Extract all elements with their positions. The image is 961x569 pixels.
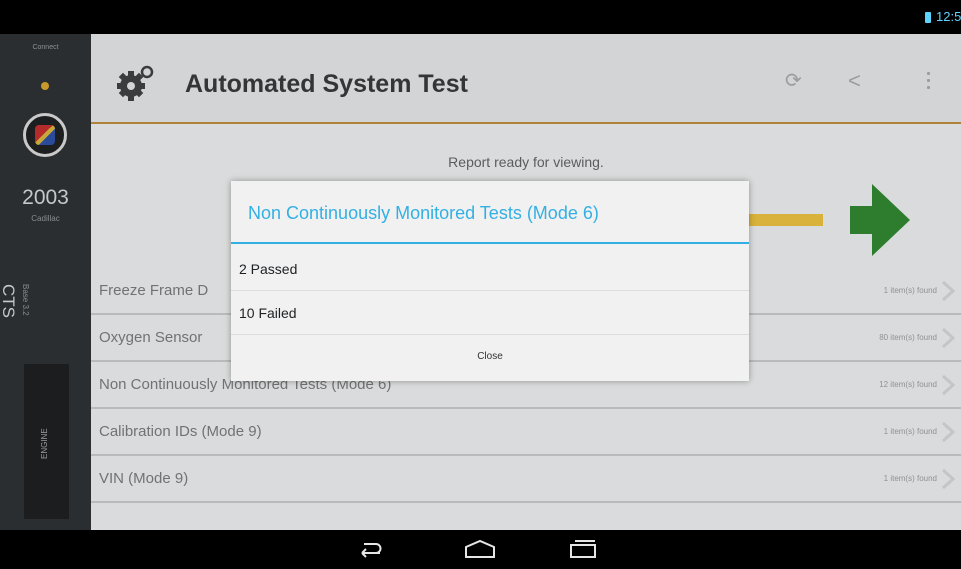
chevron-right-icon bbox=[941, 280, 956, 302]
gear-icon bbox=[117, 65, 154, 101]
connection-indicator bbox=[41, 82, 49, 90]
vehicle-panel: Connect 2003 Cadillac CTS Base 3.2 ENGIN… bbox=[0, 34, 91, 530]
report-status-message: Report ready for viewing. bbox=[448, 154, 604, 170]
dialog-title: Non Continuously Monitored Tests (Mode 6… bbox=[248, 203, 599, 223]
result-row-calibration-ids[interactable]: Calibration IDs (Mode 9) 1 item(s) found bbox=[91, 409, 961, 456]
chevron-right-icon bbox=[941, 468, 956, 490]
result-count: 1 item(s) found bbox=[883, 286, 937, 295]
dialog-option-failed[interactable]: 10 Failed bbox=[231, 291, 749, 335]
refresh-icon[interactable]: ⟳ bbox=[785, 68, 807, 92]
dialog-close-button[interactable]: Close bbox=[231, 336, 749, 381]
action-bar: Automated System Test ⟳ < bbox=[91, 34, 961, 124]
results-dialog: Non Continuously Monitored Tests (Mode 6… bbox=[231, 181, 749, 381]
report-progress-bar bbox=[741, 214, 823, 226]
result-count: 80 item(s) found bbox=[879, 333, 937, 342]
dialog-option-passed[interactable]: 2 Passed bbox=[231, 247, 749, 291]
result-count: 12 item(s) found bbox=[879, 380, 937, 389]
dialog-option-label: 2 Passed bbox=[239, 261, 298, 277]
vehicle-model: CTS bbox=[0, 284, 18, 318]
page-title: Automated System Test bbox=[185, 70, 468, 98]
system-nav-bar bbox=[0, 530, 961, 569]
result-name: Oxygen Sensor bbox=[99, 329, 203, 346]
vehicle-logo-icon[interactable] bbox=[23, 113, 67, 157]
chevron-right-icon bbox=[941, 327, 956, 349]
result-count: 1 item(s) found bbox=[883, 427, 937, 436]
connect-label: Connect bbox=[32, 44, 59, 51]
dialog-option-label: 10 Failed bbox=[239, 305, 297, 321]
vehicle-year: 2003 bbox=[22, 186, 69, 209]
engine-module-tab[interactable]: ENGINE bbox=[24, 364, 69, 519]
status-bar: 12:5 bbox=[0, 0, 961, 34]
share-icon[interactable]: < bbox=[848, 68, 870, 93]
chevron-right-icon bbox=[941, 374, 956, 396]
result-name: Calibration IDs (Mode 9) bbox=[99, 423, 262, 440]
back-icon[interactable] bbox=[354, 538, 388, 560]
status-time: 12:5 bbox=[936, 9, 961, 24]
result-name: VIN (Mode 9) bbox=[99, 470, 189, 487]
result-row-vin[interactable]: VIN (Mode 9) 1 item(s) found bbox=[91, 456, 961, 503]
dialog-close-label: Close bbox=[477, 351, 503, 362]
dialog-title-divider bbox=[231, 242, 749, 244]
recent-apps-icon[interactable] bbox=[568, 538, 598, 560]
view-report-arrow-icon[interactable] bbox=[850, 184, 910, 256]
engine-module-label: ENGINE bbox=[40, 428, 49, 459]
vehicle-trim: Base 3.2 bbox=[21, 284, 30, 316]
tablet-screen: 12:5 Connect 2003 Cadillac CTS Base 3.2 … bbox=[0, 0, 961, 569]
battery-icon bbox=[925, 12, 931, 23]
chevron-right-icon bbox=[941, 421, 956, 443]
result-name: Freeze Frame D bbox=[99, 282, 209, 299]
overflow-menu-icon[interactable] bbox=[925, 72, 933, 94]
vehicle-make: Cadillac bbox=[31, 214, 60, 223]
home-icon[interactable] bbox=[462, 538, 498, 560]
result-count: 1 item(s) found bbox=[883, 474, 937, 483]
